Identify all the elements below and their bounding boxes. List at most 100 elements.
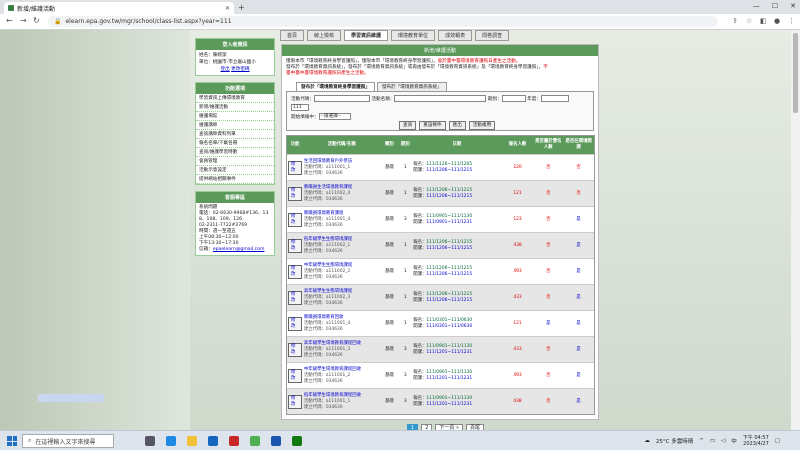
taskbar-search[interactable]: ⌕ 在這裡輸入文字來搜尋 bbox=[22, 434, 114, 448]
edit-button[interactable]: 修改 bbox=[288, 186, 302, 201]
scrollbar-thumb[interactable] bbox=[793, 33, 798, 113]
browser-tab[interactable]: 新增/維護活動 ✕ bbox=[4, 2, 234, 14]
menu-item[interactable]: 查詢/維護學習時數 bbox=[196, 148, 274, 157]
search-button[interactable]: 查詢 bbox=[399, 121, 417, 130]
date-cell: 報名：111/0901~111/1130 開課：111/1201~111/123… bbox=[412, 337, 501, 362]
menu-item[interactable]: 查詢講師資料列單 bbox=[196, 130, 274, 139]
creator-code: 建立代碼：034636 bbox=[303, 248, 343, 254]
type-cell: 基礎 bbox=[384, 372, 394, 378]
edit-button[interactable]: 修改 bbox=[288, 290, 302, 305]
bookmark-star-icon[interactable]: ☆ bbox=[746, 17, 752, 25]
notice-line: 僅限本市「環境教育終身學習護照」，僅限本市「環境教育終身學習護照」， bbox=[286, 59, 438, 64]
edit-button[interactable]: 修改 bbox=[288, 394, 302, 409]
weather-text[interactable]: 25°C 多雲時晴 bbox=[656, 437, 693, 445]
menu-icon[interactable]: ⋮ bbox=[788, 17, 795, 25]
type-cell: 基礎 bbox=[384, 320, 394, 326]
nav-check[interactable]: 線上檢核 bbox=[307, 30, 342, 41]
reset-button[interactable]: 重設條件 bbox=[419, 121, 446, 130]
year-input[interactable] bbox=[540, 95, 569, 102]
share-icon[interactable]: ⇪ bbox=[732, 17, 738, 25]
table-row: 修改 生活回環境教育戶外參訪 活動代碼：a111001_1 建立代碼：03463… bbox=[287, 154, 594, 180]
line-icon[interactable] bbox=[292, 436, 302, 446]
name-input[interactable] bbox=[394, 95, 487, 102]
edit-button[interactable]: 修改 bbox=[288, 342, 302, 357]
tab-close-icon[interactable]: ✕ bbox=[225, 5, 230, 12]
copy-button[interactable]: 活動複用 bbox=[468, 121, 496, 130]
notification-icon[interactable]: ▢ bbox=[775, 438, 780, 444]
edit-button[interactable]: 修改 bbox=[288, 160, 302, 175]
menu-item[interactable]: 活動示意設定 bbox=[196, 166, 274, 175]
table-header: 功能 活動代碼/名稱 類別 期別 日期 報名人數 是否屬於實名人數 是否在環境開… bbox=[287, 136, 594, 154]
edge-icon[interactable] bbox=[166, 436, 176, 446]
main-title: 新增/維護活動 bbox=[282, 45, 598, 56]
menu-item[interactable]: 新增/維護活動 bbox=[196, 103, 274, 112]
close-window-icon[interactable]: ✕ bbox=[790, 2, 796, 10]
status-label: 開始填報中： bbox=[291, 115, 319, 120]
edit-button[interactable]: 修改 bbox=[288, 316, 302, 331]
edit-cell: 修改 bbox=[287, 311, 303, 336]
system-tray: ☁ 25°C 多雲時晴 ^ ▭ ◁ 中 下午 04:57 2023/4/27 ▢ bbox=[644, 435, 780, 447]
network-icon[interactable]: ▭ bbox=[710, 438, 715, 444]
file-explorer-icon[interactable] bbox=[187, 436, 197, 446]
edit-button[interactable]: 修改 bbox=[288, 238, 302, 253]
tab-system[interactable]: 發布於「環境教育資訊系統」 bbox=[376, 82, 447, 91]
ime-language[interactable]: 中 bbox=[731, 437, 737, 445]
table-row: 修改 高年級學生生態環境課程 活動代碼：a111002_3 建立代碼：03463… bbox=[287, 284, 594, 310]
tray-arrow-icon[interactable]: ^ bbox=[699, 438, 704, 444]
logout-link[interactable]: 登出 bbox=[220, 67, 229, 72]
menu-item[interactable]: 報名名單/下載名冊 bbox=[196, 139, 274, 148]
date-cell: 報名：111/0901~111/1130 開課：111/1201~111/123… bbox=[412, 363, 501, 388]
menu-item[interactable]: 維護講師 bbox=[196, 121, 274, 130]
contact-email-link[interactable]: epaelearn@gmail.com bbox=[213, 247, 265, 252]
clock[interactable]: 下午 04:57 2023/4/27 bbox=[743, 435, 769, 447]
status-select[interactable]: --請選擇-- bbox=[318, 113, 351, 120]
edit-button[interactable]: 修改 bbox=[288, 264, 302, 279]
nav-unit[interactable]: 環境教育單位 bbox=[391, 30, 436, 41]
menu-item[interactable]: 會員管理 bbox=[196, 157, 274, 166]
period-input[interactable] bbox=[501, 95, 526, 102]
code-input[interactable] bbox=[313, 95, 370, 102]
edit-cell: 修改 bbox=[287, 259, 303, 284]
contact-title: 客服專區 bbox=[196, 192, 274, 203]
chrome-icon[interactable] bbox=[250, 436, 260, 446]
tab-passport[interactable]: 發布於「環境教育終身學習護照」 bbox=[296, 82, 375, 91]
forward-icon[interactable]: → bbox=[20, 16, 27, 25]
task-view-icon[interactable] bbox=[145, 436, 155, 446]
video-overlay-bar[interactable] bbox=[38, 394, 104, 402]
menu-item[interactable]: 學習資訊上傳環境教育 bbox=[196, 94, 274, 103]
word-icon[interactable] bbox=[271, 436, 281, 446]
new-tab-icon[interactable]: + bbox=[238, 3, 245, 12]
creator-code: 建立代碼：034636 bbox=[303, 404, 343, 410]
mail-icon[interactable] bbox=[208, 436, 218, 446]
menu-item[interactable]: 提供網站相關事件 bbox=[196, 175, 274, 184]
nav-survey[interactable]: 問卷調查 bbox=[475, 30, 510, 41]
page-scrollbar[interactable] bbox=[791, 30, 800, 430]
weather-icon[interactable]: ☁ bbox=[644, 438, 650, 444]
edit-button[interactable]: 修改 bbox=[288, 368, 302, 383]
minimize-icon[interactable]: — bbox=[753, 2, 760, 10]
nav-learning[interactable]: 學習資訊維護 bbox=[344, 30, 389, 41]
nav-home[interactable]: 首頁 bbox=[280, 30, 305, 41]
reload-icon[interactable]: ↻ bbox=[33, 16, 40, 25]
period-cell: 1 bbox=[403, 320, 407, 326]
extensions-icon[interactable]: ◧ bbox=[760, 17, 767, 25]
signup-count: 493 bbox=[513, 268, 522, 274]
url-field[interactable]: 🔒 elearn.epa.gov.tw/mgr/school/class-lis… bbox=[48, 16, 718, 27]
back-icon[interactable]: ← bbox=[6, 16, 13, 25]
maximize-icon[interactable]: ☐ bbox=[772, 2, 778, 10]
export-button[interactable]: 匯出 bbox=[448, 121, 466, 130]
edit-button[interactable]: 修改 bbox=[288, 212, 302, 227]
profile-icon[interactable]: ● bbox=[774, 17, 780, 25]
app-icon[interactable] bbox=[229, 436, 239, 446]
date-cell: 報名：111/0301~111/0630 開課：111/0301~111/063… bbox=[412, 311, 501, 336]
taskbar: ⌕ 在這裡輸入文字來搜尋 ☁ 25°C 多雲時晴 ^ ▭ ◁ 中 下午 04:57… bbox=[0, 430, 800, 450]
contact-email-label: 信箱： bbox=[199, 247, 213, 252]
volume-icon[interactable]: ◁ bbox=[721, 438, 725, 444]
table-row: 修改 低年級學生生態環境課程 活動代碼：a111002_1 建立代碼：03463… bbox=[287, 232, 594, 258]
nav-report[interactable]: 成效報表 bbox=[438, 30, 473, 41]
type-cell: 基礎 bbox=[384, 268, 394, 274]
windows-start-icon[interactable] bbox=[7, 436, 17, 446]
year-select[interactable]: 111 bbox=[291, 104, 309, 111]
change-password-link[interactable]: 更改密碼 bbox=[231, 67, 249, 72]
menu-item[interactable]: 維護場館 bbox=[196, 112, 274, 121]
